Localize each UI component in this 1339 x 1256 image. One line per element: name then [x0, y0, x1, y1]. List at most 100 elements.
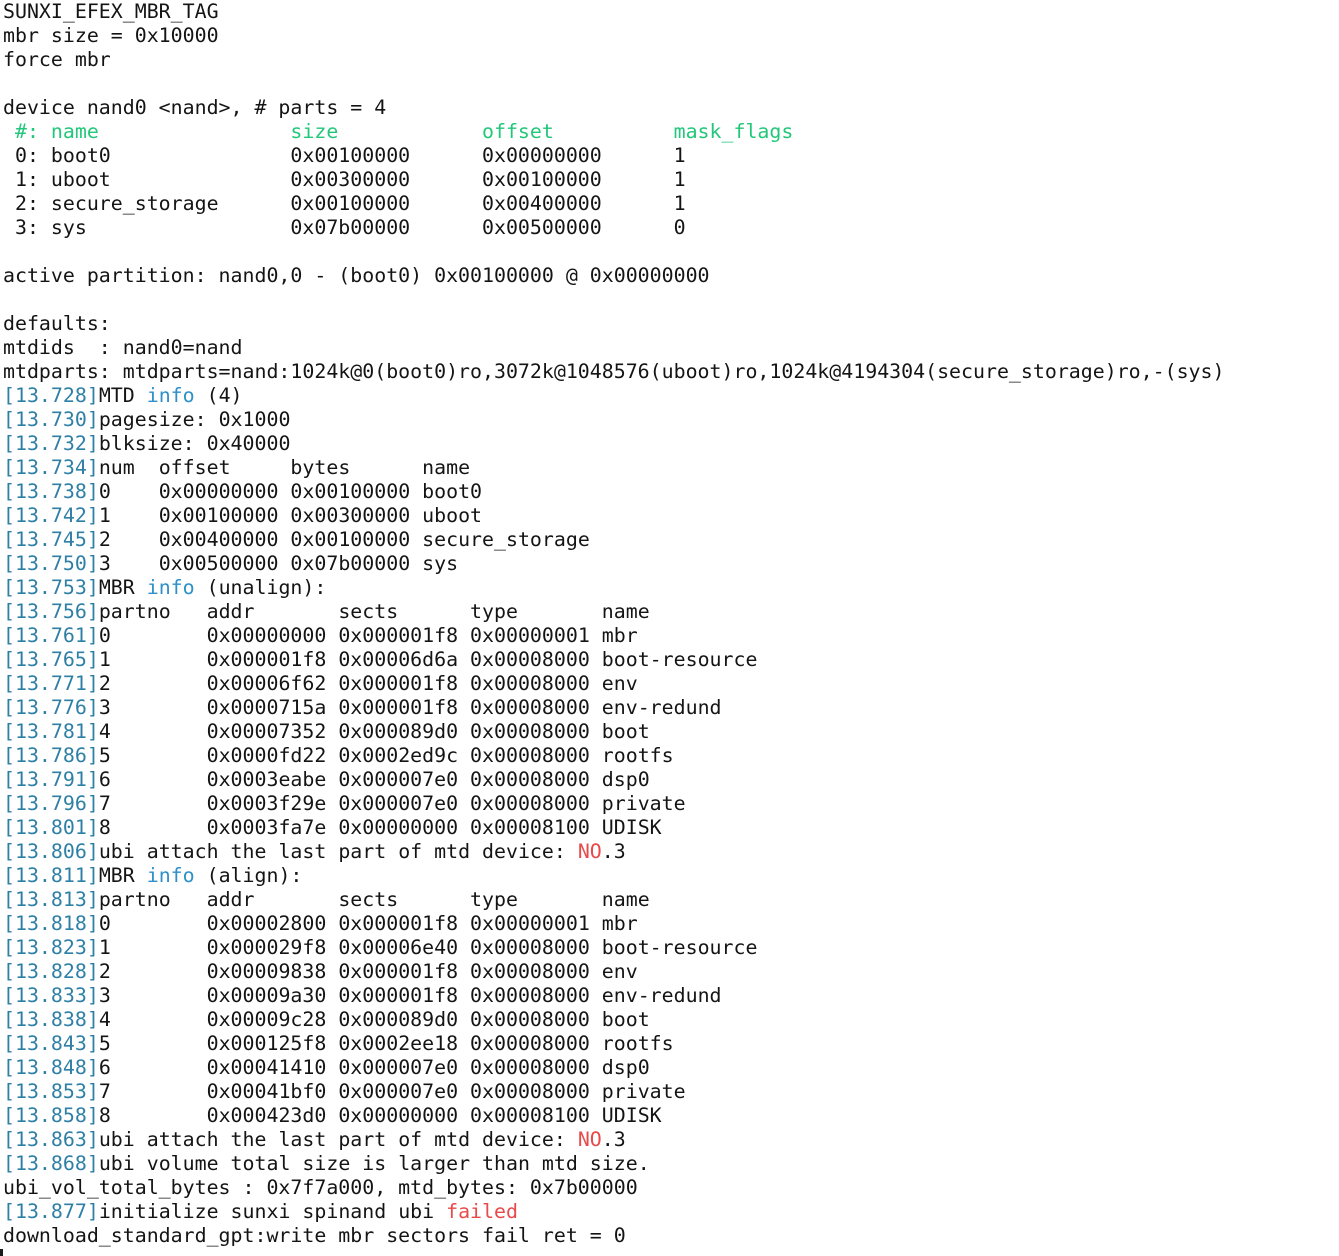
timestamp: [13.811] [3, 864, 99, 887]
timestamp: [13.734] [3, 456, 99, 479]
terminal-line: [13.728]MTD info (4) [3, 384, 1337, 408]
timestamp: [13.786] [3, 744, 99, 767]
timestamp: [13.838] [3, 1008, 99, 1031]
terminal-line: [13.858]8 0x000423d0 0x00000000 0x000081… [3, 1104, 1337, 1128]
line-text: defaults: [3, 312, 111, 335]
line-text: mtdparts: mtdparts=nand:1024k@0(boot0)ro… [3, 360, 1225, 383]
timestamp: [13.738] [3, 480, 99, 503]
timestamp: [13.756] [3, 600, 99, 623]
timestamp: [13.750] [3, 552, 99, 575]
terminal-line: [13.877]initialize sunxi spinand ubi fai… [3, 1200, 1337, 1224]
line-text: 1: uboot 0x00300000 0x00100000 1 [3, 168, 686, 191]
timestamp: [13.843] [3, 1032, 99, 1055]
timestamp: [13.828] [3, 960, 99, 983]
line-text: 0: boot0 0x00100000 0x00000000 1 [3, 144, 686, 167]
text-cursor [0, 1249, 3, 1256]
terminal-line: [13.848]6 0x00041410 0x000007e0 0x000080… [3, 1056, 1337, 1080]
terminal-line: ubi_vol_total_bytes : 0x7f7a000, mtd_byt… [3, 1176, 1337, 1200]
terminal-line: [13.838]4 0x00009c28 0x000089d0 0x000080… [3, 1008, 1337, 1032]
line-text: 5 0x0000fd22 0x0002ed9c 0x00008000 rootf… [98, 744, 674, 767]
line-text: MBR [98, 576, 147, 599]
timestamp: [13.761] [3, 624, 99, 647]
terminal-line: [13.771]2 0x00006f62 0x000001f8 0x000080… [3, 672, 1337, 696]
terminal-line: [13.823]1 0x000029f8 0x00006e40 0x000080… [3, 936, 1337, 960]
line-text: ubi volume total size is larger than mtd… [98, 1152, 650, 1175]
terminal-line: [13.756]partno addr sects type name [3, 600, 1337, 624]
terminal-output[interactable]: SUNXI_EFEX_MBR_TAG mbr size = 0x10000 forc… [3, 0, 1337, 1256]
error-text: NO [577, 840, 602, 863]
line-text: 5 0x000125f8 0x0002ee18 0x00008000 rootf… [98, 1032, 674, 1055]
line-text: 0 0x00000000 0x00100000 boot0 [98, 480, 483, 503]
terminal-line: [13.853]7 0x00041bf0 0x000007e0 0x000080… [3, 1080, 1337, 1104]
terminal-line: [13.781]4 0x00007352 0x000089d0 0x000080… [3, 720, 1337, 744]
line-text: active partition: nand0,0 - (boot0) 0x00… [3, 264, 710, 287]
line-text: SUNXI_EFEX_MBR_TAG [3, 0, 219, 23]
terminal-line: [13.818]0 0x00002800 0x000001f8 0x000000… [3, 912, 1337, 936]
timestamp: [13.728] [3, 384, 99, 407]
terminal-line: SUNXI_EFEX_MBR_TAG [3, 0, 1337, 24]
line-text: 7 0x00041bf0 0x000007e0 0x00008000 priva… [98, 1080, 686, 1103]
terminal-line: mtdparts: mtdparts=nand:1024k@0(boot0)ro… [3, 360, 1337, 384]
line-text: (unalign): [194, 576, 327, 599]
line-text: 3: sys 0x07b00000 0x00500000 0 [3, 216, 686, 239]
terminal-line: [13.738]0 0x00000000 0x00100000 boot0 [3, 480, 1337, 504]
terminal-line: [13.750]3 0x00500000 0x07b00000 sys [3, 552, 1337, 576]
terminal-line: [13.811]MBR info (align): [3, 864, 1337, 888]
line-text: .3 [601, 840, 626, 863]
line-text: MTD [98, 384, 147, 407]
terminal-line: 2: secure_storage 0x00100000 0x00400000 … [3, 192, 1337, 216]
terminal-line: active partition: nand0,0 - (boot0) 0x00… [3, 264, 1337, 288]
terminal-line: mbr size = 0x10000 [3, 24, 1337, 48]
timestamp: [13.776] [3, 696, 99, 719]
info-keyword: info [146, 576, 195, 599]
line-text: num offset bytes name [98, 456, 471, 479]
line-text: 3 0x00500000 0x07b00000 sys [98, 552, 459, 575]
line-text: MBR [98, 864, 147, 887]
terminal-line: [13.828]2 0x00009838 0x000001f8 0x000080… [3, 960, 1337, 984]
timestamp: [13.781] [3, 720, 99, 743]
line-text: .3 [601, 1128, 626, 1151]
timestamp: [13.853] [3, 1080, 99, 1103]
line-text: blksize: 0x40000 [98, 432, 291, 455]
terminal-line: [13.745]2 0x00400000 0x00100000 secure_s… [3, 528, 1337, 552]
terminal-line: [13.765]1 0x000001f8 0x00006d6a 0x000080… [3, 648, 1337, 672]
line-text: initialize sunxi spinand ubi [98, 1200, 447, 1223]
timestamp: [13.796] [3, 792, 99, 815]
terminal-line: [13.753]MBR info (unalign): [3, 576, 1337, 600]
timestamp: [13.742] [3, 504, 99, 527]
line-text: partno addr sects type name [98, 600, 650, 623]
info-keyword: info [146, 864, 195, 887]
line-text: 6 0x00041410 0x000007e0 0x00008000 dsp0 [98, 1056, 650, 1079]
terminal-line: [13.732]blksize: 0x40000 [3, 432, 1337, 456]
line-text: 2 0x00400000 0x00100000 secure_storage [98, 528, 590, 551]
line-text: (align): [194, 864, 303, 887]
terminal-line: [13.813]partno addr sects type name [3, 888, 1337, 912]
terminal-line: [13.868]ubi volume total size is larger … [3, 1152, 1337, 1176]
terminal-line: [13.801]8 0x0003fa7e 0x00000000 0x000081… [3, 816, 1337, 840]
terminal-line: [13.742]1 0x00100000 0x00300000 uboot [3, 504, 1337, 528]
terminal-line: 3: sys 0x07b00000 0x00500000 0 [3, 216, 1337, 240]
line-text: partno addr sects type name [98, 888, 650, 911]
line-text: (4) [194, 384, 243, 407]
timestamp: [13.771] [3, 672, 99, 695]
timestamp: [13.868] [3, 1152, 99, 1175]
timestamp: [13.753] [3, 576, 99, 599]
terminal-line: [13.786]5 0x0000fd22 0x0002ed9c 0x000080… [3, 744, 1337, 768]
timestamp: [13.818] [3, 912, 99, 935]
line-text: mtdids : nand0=nand [3, 336, 243, 359]
terminal-line: [13.863]ubi attach the last part of mtd … [3, 1128, 1337, 1152]
terminal-line: [13.734]num offset bytes name [3, 456, 1337, 480]
timestamp: [13.765] [3, 648, 99, 671]
terminal-line: [13.791]6 0x0003eabe 0x000007e0 0x000080… [3, 768, 1337, 792]
terminal-line: 1: uboot 0x00300000 0x00100000 1 [3, 168, 1337, 192]
timestamp: [13.791] [3, 768, 99, 791]
line-text: ubi attach the last part of mtd device: [98, 1128, 578, 1151]
terminal-line: [13.776]3 0x0000715a 0x000001f8 0x000080… [3, 696, 1337, 720]
terminal-line: #: name size offset mask_flags [3, 120, 1337, 144]
timestamp: [13.823] [3, 936, 99, 959]
terminal-line: 0: boot0 0x00100000 0x00000000 1 [3, 144, 1337, 168]
line-text: 6 0x0003eabe 0x000007e0 0x00008000 dsp0 [98, 768, 650, 791]
line-text: ubi_vol_total_bytes : 0x7f7a000, mtd_byt… [3, 1176, 638, 1199]
